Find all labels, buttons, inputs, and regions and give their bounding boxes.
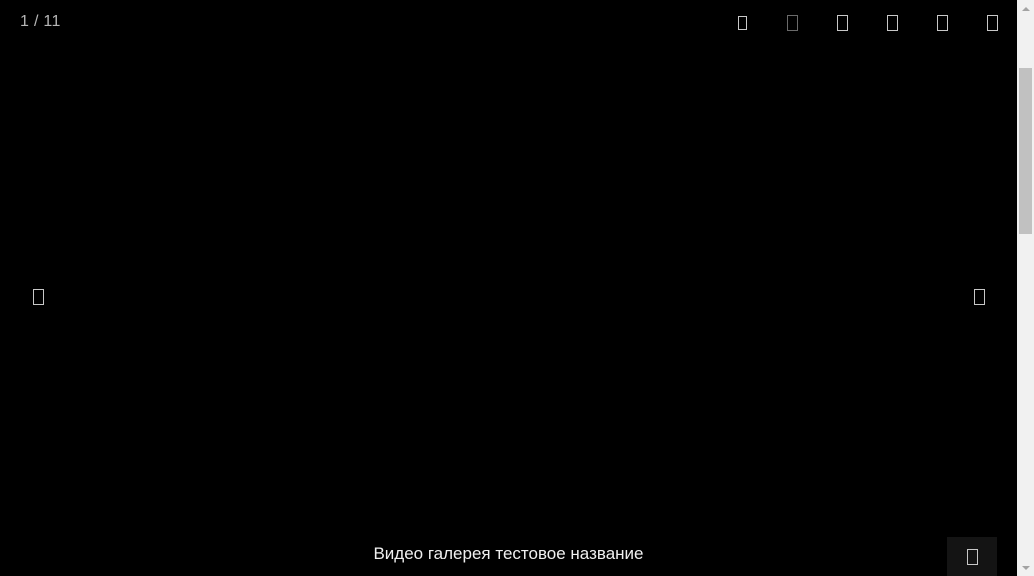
thumbnails-button[interactable] bbox=[917, 7, 967, 39]
lightbox-viewer: 1 / 11 Видео галерея тестовое название bbox=[0, 0, 1017, 576]
previous-slide-button[interactable] bbox=[20, 280, 56, 314]
download-icon bbox=[886, 15, 898, 31]
slide-counter: 1 / 11 bbox=[20, 13, 61, 30]
fullscreen-button[interactable] bbox=[767, 7, 817, 39]
scroll-down-button[interactable] bbox=[1017, 559, 1034, 576]
close-icon bbox=[986, 15, 998, 31]
next-slide-button[interactable] bbox=[961, 280, 997, 314]
scrollbar-thumb[interactable] bbox=[1019, 68, 1032, 234]
fullscreen-icon bbox=[786, 15, 798, 31]
download-button[interactable] bbox=[867, 7, 917, 39]
lightbox-toolbar bbox=[717, 7, 1017, 39]
thumbnails-icon bbox=[936, 15, 948, 31]
close-button[interactable] bbox=[967, 7, 1017, 39]
chevron-left-icon bbox=[32, 289, 44, 305]
slide-caption: Видео галерея тестовое название bbox=[373, 544, 644, 563]
chevron-right-icon bbox=[973, 289, 985, 305]
arrow-down-icon bbox=[1021, 565, 1030, 570]
share-button[interactable] bbox=[817, 7, 867, 39]
zoom-icon bbox=[737, 16, 747, 30]
zoom-button[interactable] bbox=[717, 7, 767, 39]
share-icon bbox=[836, 15, 848, 31]
scroll-up-button[interactable] bbox=[1017, 0, 1034, 17]
arrow-up-icon bbox=[1021, 6, 1030, 11]
thumbnails-toggle-icon bbox=[966, 548, 978, 565]
thumbnails-toggle-button[interactable] bbox=[947, 537, 997, 576]
vertical-scrollbar[interactable] bbox=[1017, 0, 1034, 576]
